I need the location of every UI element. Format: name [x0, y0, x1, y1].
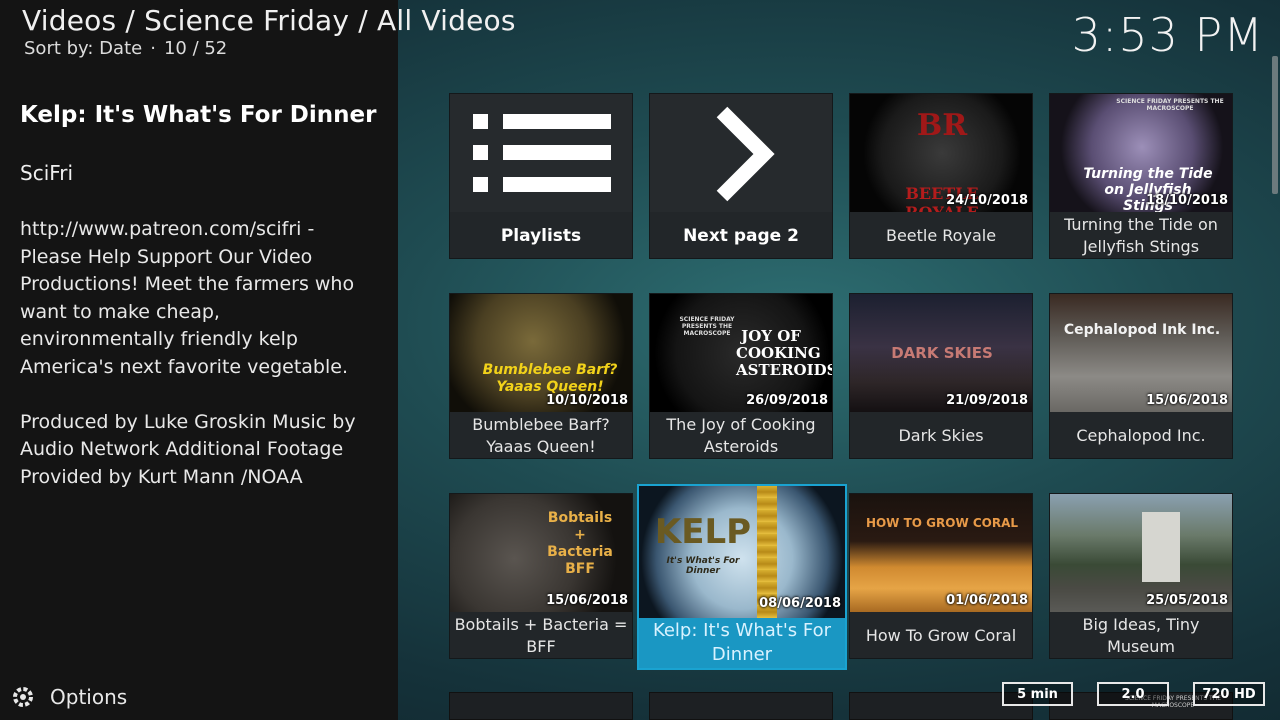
tile-date: 01/06/2018 — [946, 593, 1028, 608]
thumbnail-caption: Bobtails + Bacteria BFF — [547, 510, 613, 577]
tile-video[interactable]: Cephalopod Ink Inc. 15/06/2018 Cephalopo… — [1049, 293, 1233, 459]
tile-thumbnail — [650, 94, 832, 212]
item-position: 10 / 52 — [163, 38, 228, 59]
tile-date: 26/09/2018 — [746, 393, 828, 408]
plot-paragraph: Produced by Luke Groskin Music by Audio … — [20, 410, 356, 488]
tile-playlists[interactable]: Playlists — [449, 93, 633, 259]
thumbnail-subcaption: SCIENCE FRIDAY PRESENTS THE MACROSCOPE — [679, 316, 735, 337]
tile-video[interactable]: 25/05/2018 Big Ideas, Tiny Museum — [1049, 493, 1233, 659]
tile-video[interactable]: SCIENCE FRIDAY PRESENTS THE MACROSCOPE J… — [649, 293, 833, 459]
tile-date: 15/06/2018 — [1146, 393, 1228, 408]
tile-label: Playlists — [500, 226, 582, 246]
thumbnail-caption: Bumblebee Barf? Yaaas Queen! — [482, 362, 618, 395]
sort-status[interactable]: Sort by: Date · 10 / 52 — [24, 38, 227, 59]
tile-date: 18/10/2018 — [1146, 193, 1228, 208]
list-icon — [473, 114, 611, 192]
options-button[interactable]: Options — [10, 684, 127, 710]
tile-label: How To Grow Coral — [865, 626, 1017, 645]
duration-badge: 5 min — [1002, 682, 1073, 706]
tile-label: Cephalopod Inc. — [1076, 426, 1206, 445]
tile-video[interactable]: DARK SKIES 21/09/2018 Dark Skies — [849, 293, 1033, 459]
clock: 3:53 PM — [1071, 8, 1264, 62]
resolution-badge: 720 HD — [1193, 682, 1265, 706]
tile-thumbnail — [450, 94, 632, 212]
tile-video[interactable]: BR BEETLE ROYALE 24/10/2018 Beetle Royal… — [849, 93, 1033, 259]
separator-dot: · — [150, 38, 156, 59]
tile-label: Beetle Royale — [885, 226, 997, 245]
thumbnail-caption: DARK SKIES — [891, 344, 993, 362]
sort-label: Sort by: Date — [24, 38, 143, 59]
thumbnail-subcaption: It's What's For Dinner — [666, 556, 740, 576]
tile-label: Big Ideas, Tiny Museum — [1082, 615, 1200, 656]
tile-video[interactable]: HOW TO GROW CORAL 01/06/2018 How To Grow… — [849, 493, 1033, 659]
tile-video-partial[interactable] — [449, 692, 633, 720]
options-label: Options — [50, 685, 128, 709]
tile-date: 21/09/2018 — [946, 393, 1028, 408]
tile-label: Bobtails + Bacteria = BFF — [454, 615, 628, 656]
tile-label: Turning the Tide on Jellyfish Stings — [1064, 215, 1218, 256]
tile-date: 24/10/2018 — [946, 193, 1028, 208]
tile-date: 15/06/2018 — [546, 593, 628, 608]
scrollbar[interactable] — [1272, 56, 1278, 194]
museum-kiosk — [1142, 512, 1180, 582]
thumbnail-caption: Cephalopod Ink Inc. — [1063, 322, 1221, 338]
tile-date: 25/05/2018 — [1146, 593, 1228, 608]
tile-label: Next page 2 — [683, 226, 799, 246]
thumbnail-caption: KELP — [654, 512, 752, 552]
tile-label: Kelp: It's What's For Dinner — [652, 620, 832, 665]
tile-video[interactable]: SCIENCE FRIDAY PRESENTS THE MACROSCOPE T… — [1049, 93, 1233, 259]
tile-video-partial[interactable] — [649, 692, 833, 720]
chevron-right-icon — [716, 106, 775, 202]
thumbnail-caption: JOY OF COOKING ASTEROIDS — [736, 327, 833, 379]
audio-channels-badge: 2.0 — [1097, 682, 1169, 706]
tile-date: 08/06/2018 — [759, 596, 841, 611]
tile-next-page[interactable]: Next page 2 — [649, 93, 833, 259]
tile-label: Dark Skies — [898, 426, 984, 445]
gear-icon — [13, 687, 33, 707]
tile-video[interactable]: Bumblebee Barf? Yaaas Queen! 10/10/2018 … — [449, 293, 633, 459]
thumbnail-logo: BR — [916, 108, 968, 143]
tile-label: Bumblebee Barf? Yaaas Queen! — [472, 415, 610, 456]
info-title: Kelp: It's What's For Dinner — [20, 102, 377, 128]
breadcrumb: Videos / Science Friday / All Videos — [22, 4, 516, 37]
tile-date: 10/10/2018 — [546, 393, 628, 408]
info-studio: SciFri — [20, 161, 74, 185]
tile-video[interactable]: Bobtails + Bacteria BFF 15/06/2018 Bobta… — [449, 493, 633, 659]
plot-paragraph: http://www.patreon.com/scifri - Please H… — [20, 218, 355, 378]
tile-video-focused[interactable]: KELP It's What's For Dinner 08/06/2018 K… — [637, 484, 847, 670]
info-plot: http://www.patreon.com/scifri - Please H… — [20, 216, 380, 519]
tile-label: The Joy of Cooking Asteroids — [666, 415, 816, 456]
thumbnail-subcaption: SCIENCE FRIDAY PRESENTS THE MACROSCOPE — [1116, 98, 1224, 112]
thumbnail-caption: HOW TO GROW CORAL — [865, 516, 1019, 530]
